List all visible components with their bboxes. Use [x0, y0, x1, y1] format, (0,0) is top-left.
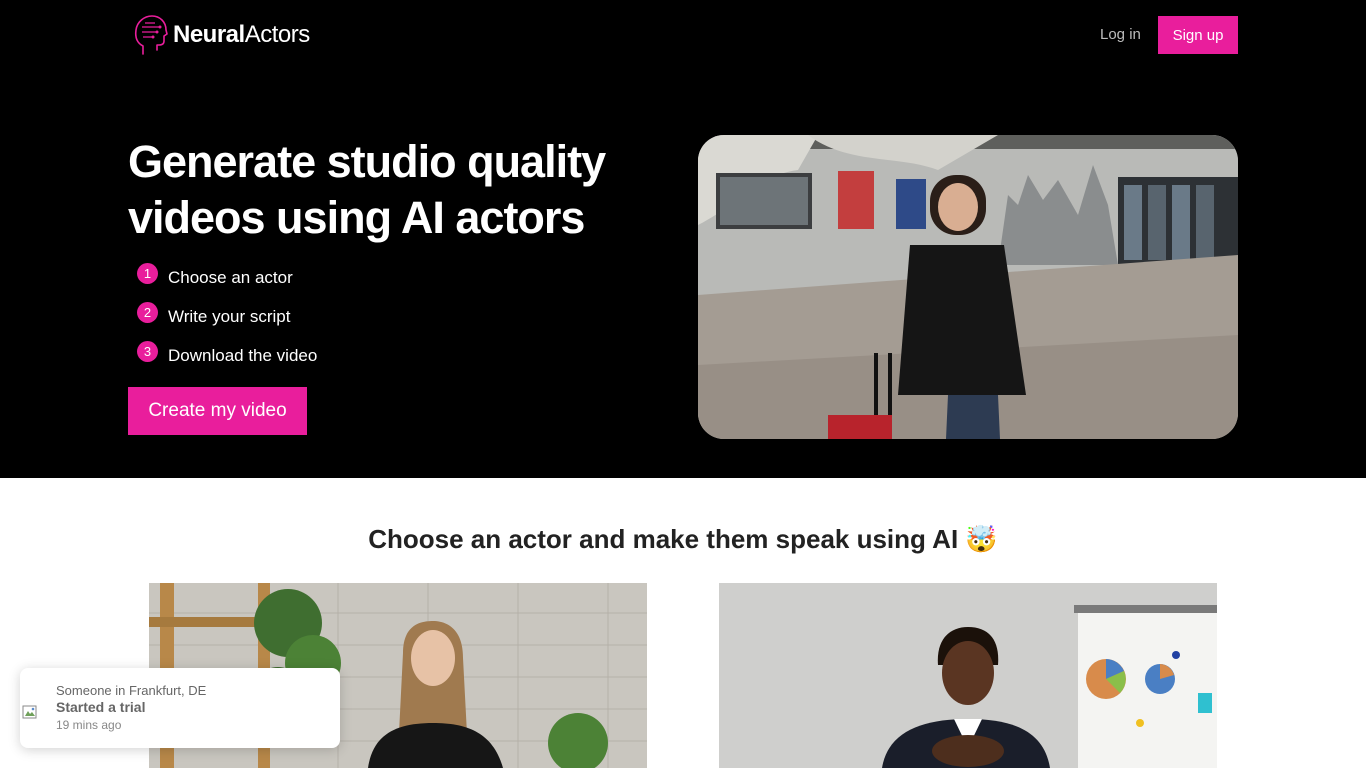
actor-card[interactable] [698, 583, 1238, 768]
step-label: Write your script [168, 306, 291, 326]
airport-scene-illustration [698, 135, 1238, 439]
logo[interactable]: NeuralActors [133, 14, 310, 56]
exploding-head-emoji-icon: 🤯 [965, 524, 998, 554]
neural-head-logo-icon [134, 15, 168, 55]
step-item: 3 Download the video [137, 336, 317, 375]
logo-wordmark: NeuralActors [173, 21, 310, 48]
social-proof-toast[interactable]: Someone in Frankfurt, DE Started a trial… [20, 668, 340, 748]
headline-line-1: Generate studio quality [128, 136, 606, 187]
steps-list: 1 Choose an actor 2 Write your script 3 … [137, 258, 317, 375]
toast-action-text: Started a trial [56, 699, 146, 715]
step-label: Download the video [168, 345, 318, 365]
toast-location-text: Someone in Frankfurt, DE [56, 683, 207, 698]
step-number-badge: 3 [137, 341, 158, 362]
hero-demo-video[interactable] [698, 135, 1238, 439]
signup-button[interactable]: Sign up [1158, 16, 1238, 54]
toast-time-text: 19 mins ago [56, 718, 122, 732]
step-item: 1 Choose an actor [137, 258, 317, 297]
step-label: Choose an actor [168, 267, 293, 287]
broken-image-icon [22, 705, 37, 719]
step-item: 2 Write your script [137, 297, 317, 336]
hero-headline: Generate studio quality videos using AI … [128, 134, 668, 246]
actors-section-title: Choose an actor and make them speak usin… [368, 524, 998, 554]
headline-line-2: videos using AI actors [128, 192, 585, 243]
actor-photo-man [698, 583, 1238, 768]
create-video-button[interactable]: Create my video [128, 387, 307, 435]
step-number-badge: 2 [137, 302, 158, 323]
login-link[interactable]: Log in [1100, 26, 1141, 43]
step-number-badge: 1 [137, 263, 158, 284]
hero-section: NeuralActors Log in Sign up Generate stu… [0, 0, 1366, 478]
